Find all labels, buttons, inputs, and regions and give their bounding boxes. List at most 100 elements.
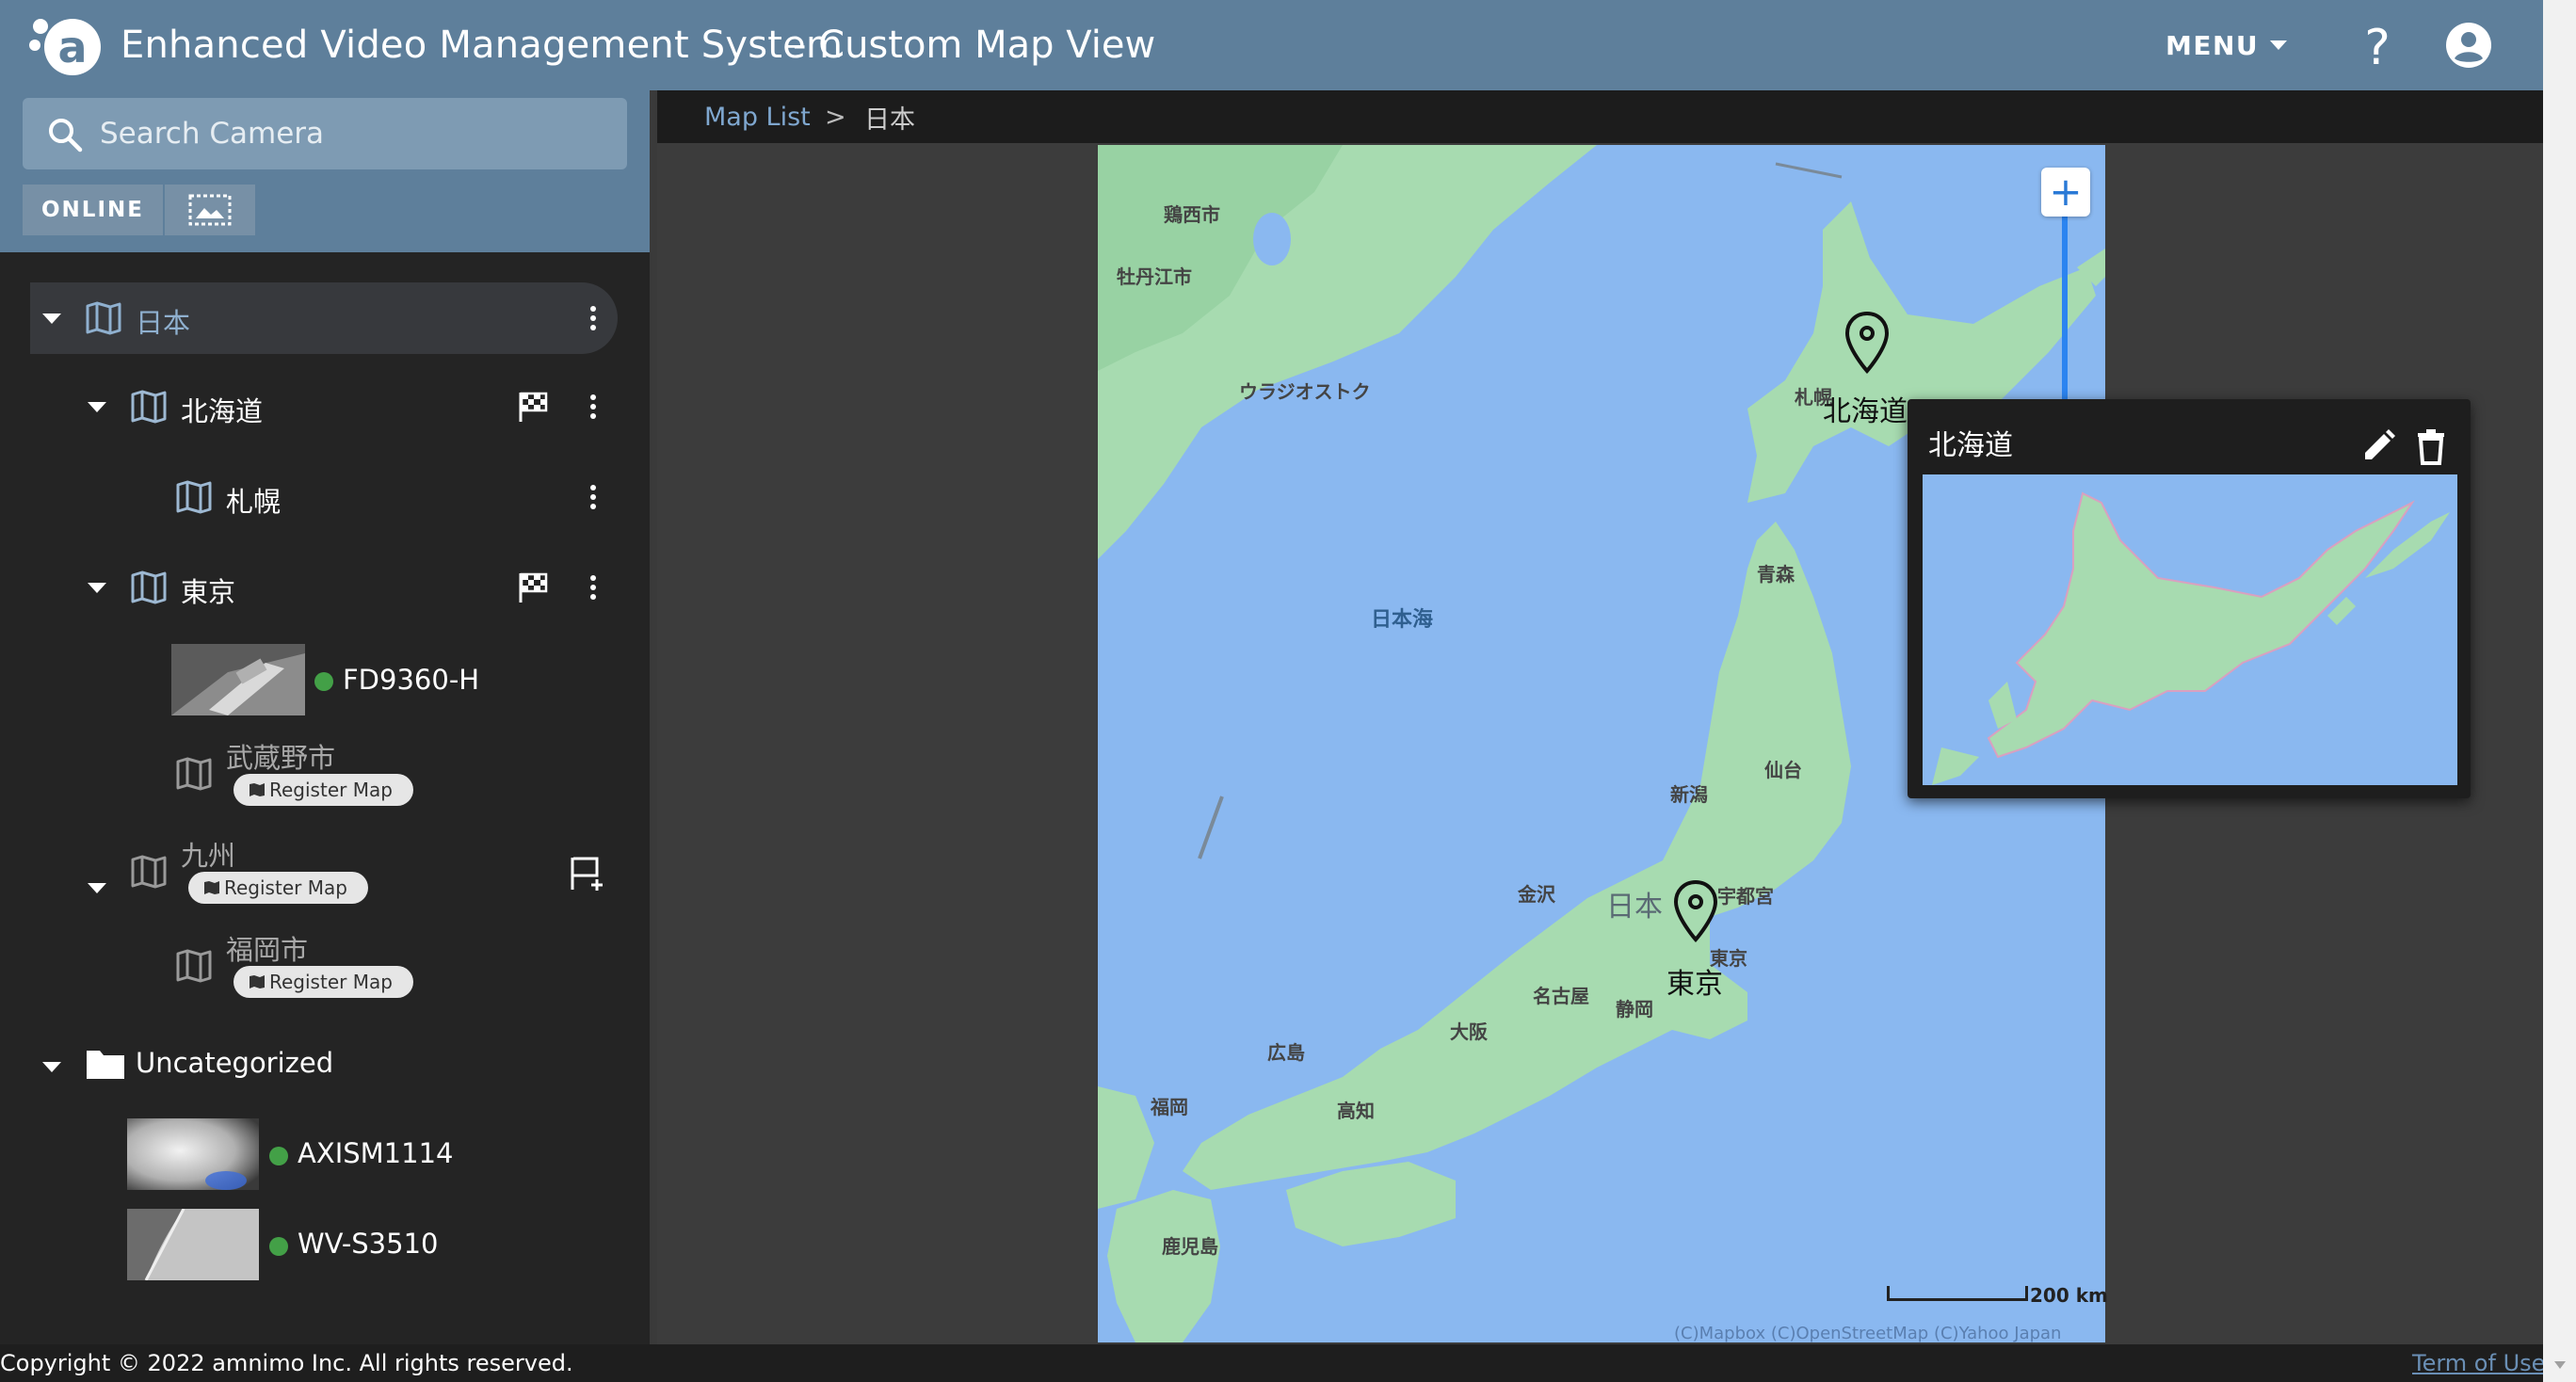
map-label-kanazawa: 金沢 <box>1518 883 1555 906</box>
breadcrumb-separator: > <box>825 102 846 132</box>
map-label-osaka: 大阪 <box>1450 1020 1488 1043</box>
map-icon <box>176 757 212 791</box>
popup-title: 北海道 <box>1928 429 2013 462</box>
more-vert-icon[interactable] <box>588 394 599 420</box>
map-icon <box>131 855 167 889</box>
map-preview-popup: 北海道 <box>1908 399 2471 798</box>
online-status-dot <box>314 672 333 691</box>
caret-down-icon[interactable] <box>83 573 111 602</box>
add-flag-icon[interactable] <box>569 855 606 892</box>
sidebar-divider[interactable] <box>650 90 657 1344</box>
caret-down-icon[interactable] <box>83 393 111 421</box>
terms-of-use-link[interactable]: Term of Use <box>2412 1350 2545 1376</box>
more-vert-icon[interactable] <box>588 574 599 601</box>
camera-snapshot-image <box>127 1118 259 1190</box>
map-marker-label-tokyo[interactable]: 東京 <box>1666 960 1723 1002</box>
map-label-kagoshima: 鹿児島 <box>1162 1235 1218 1258</box>
online-status-dot <box>269 1147 288 1165</box>
svg-text:?: ? <box>2364 20 2391 72</box>
image-filter-button[interactable] <box>164 185 255 235</box>
map-pin-icon[interactable] <box>1672 879 1719 945</box>
register-map-label: Register Map <box>269 779 393 801</box>
map-label-nagoya: 名古屋 <box>1533 985 1589 1007</box>
breadcrumb: Map List > 日本 <box>657 90 2543 143</box>
folder-icon <box>87 1051 124 1079</box>
caret-down-icon[interactable] <box>83 874 111 902</box>
caret-down-icon[interactable] <box>38 1053 66 1081</box>
delete-icon[interactable] <box>2414 427 2448 465</box>
tree-item-sapporo[interactable]: 札幌 <box>121 461 618 533</box>
tree-item-japan[interactable]: 日本 <box>30 282 618 354</box>
image-select-icon <box>188 194 232 226</box>
tree-item-tokyo[interactable]: 東京 <box>75 552 618 623</box>
camera-name[interactable]: AXISM1114 <box>298 1137 454 1169</box>
checkered-flag-icon[interactable] <box>516 390 550 424</box>
search-icon <box>49 119 83 153</box>
map-label-aomori: 青森 <box>1757 563 1795 586</box>
copyright-text: Copyright © 2022 amnimo Inc. All rights … <box>0 1350 573 1376</box>
menu-label: MENU <box>2165 29 2260 61</box>
menu-button[interactable]: MENU <box>2165 24 2289 66</box>
register-map-button[interactable]: Register Map <box>233 774 413 806</box>
filter-row: ONLINE <box>23 185 255 235</box>
map-attribution[interactable]: (C)Mapbox (C)OpenStreetMap (C)Yahoo Japa… <box>1674 1324 2061 1343</box>
register-map-label: Register Map <box>269 971 393 993</box>
map-scale-label: 200 km <box>2030 1284 2108 1307</box>
tree-item-kyushu[interactable]: 九州 <box>181 834 235 874</box>
register-map-button[interactable]: Register Map <box>233 966 413 998</box>
map-label-hiroshima: 広島 <box>1267 1041 1305 1064</box>
search-box <box>23 98 627 169</box>
map-icon <box>250 975 265 988</box>
camera-thumbnail[interactable] <box>127 1209 259 1280</box>
map-label-shizuoka: 静岡 <box>1616 998 1653 1020</box>
camera-thumbnail[interactable] <box>171 644 305 715</box>
map-pin-icon[interactable] <box>1843 311 1891 377</box>
page-footer: Copyright © 2022 amnimo Inc. All rights … <box>0 1344 2576 1382</box>
map-icon <box>204 881 219 894</box>
online-filter-button[interactable]: ONLINE <box>23 185 165 235</box>
caret-down-icon[interactable] <box>38 304 66 332</box>
register-map-button[interactable]: Register Map <box>188 872 368 904</box>
help-icon[interactable]: ? <box>2354 19 2401 72</box>
tree-item-fukuoka[interactable]: 福岡市 <box>226 928 308 968</box>
map-label-vladivostok: ウラジオストク <box>1239 380 1371 403</box>
register-map-label: Register Map <box>224 876 347 899</box>
edit-icon[interactable] <box>2359 427 2397 465</box>
camera-name[interactable]: FD9360-H <box>343 664 479 696</box>
zoom-in-button[interactable]: + <box>2041 168 2090 217</box>
amnimo-logo-icon[interactable]: a <box>27 13 106 77</box>
map-label-jixi: 鶏西市 <box>1164 203 1220 226</box>
map-scale-bar <box>1887 1286 2028 1301</box>
search-input[interactable] <box>98 98 606 169</box>
checkered-flag-icon[interactable] <box>516 570 550 604</box>
more-vert-icon[interactable] <box>588 484 599 510</box>
tree-item-musashino[interactable]: 武蔵野市 <box>226 736 335 776</box>
map-tree: 日本 北海道 札幌 東京 FD9360-H 武蔵野市 Register Map … <box>0 252 650 1344</box>
page-scrollbar[interactable] <box>2543 0 2576 1382</box>
breadcrumb-current: 日本 <box>864 104 915 135</box>
tree-item-hokkaido[interactable]: 北海道 <box>75 371 618 442</box>
map-icon <box>250 783 265 796</box>
more-vert-icon[interactable] <box>588 305 599 331</box>
app-header: a Enhanced Video Management System - Cus… <box>0 0 2543 90</box>
hokkaido-map-image <box>1932 491 2450 785</box>
scroll-down-arrow-icon[interactable] <box>2552 1359 2568 1371</box>
caret-down-icon <box>2270 40 2288 50</box>
account-icon[interactable] <box>2444 21 2493 70</box>
tree-label: 東京 <box>181 576 236 608</box>
tree-item-uncategorized[interactable]: Uncategorized <box>136 1047 333 1079</box>
popup-map-thumbnail[interactable] <box>1923 474 2457 785</box>
map-icon <box>131 570 167 604</box>
camera-name[interactable]: WV-S3510 <box>298 1228 439 1260</box>
svg-text:a: a <box>57 22 87 72</box>
map-label-sea-of-japan: 日本海 <box>1371 608 1434 632</box>
map-label-kochi: 高知 <box>1337 1100 1375 1122</box>
camera-snapshot-image <box>171 644 305 715</box>
zoom-slider-track[interactable] <box>2062 217 2068 401</box>
breadcrumb-map-list-link[interactable]: Map List <box>704 103 811 132</box>
map-label-utsunomiya: 宇都宮 <box>1717 885 1774 908</box>
page-title: - Custom Map View <box>793 24 1156 67</box>
map-marker-label-hokkaido[interactable]: 北海道 <box>1823 388 1908 429</box>
tree-label: 日本 <box>136 307 191 339</box>
camera-thumbnail[interactable] <box>127 1118 259 1190</box>
